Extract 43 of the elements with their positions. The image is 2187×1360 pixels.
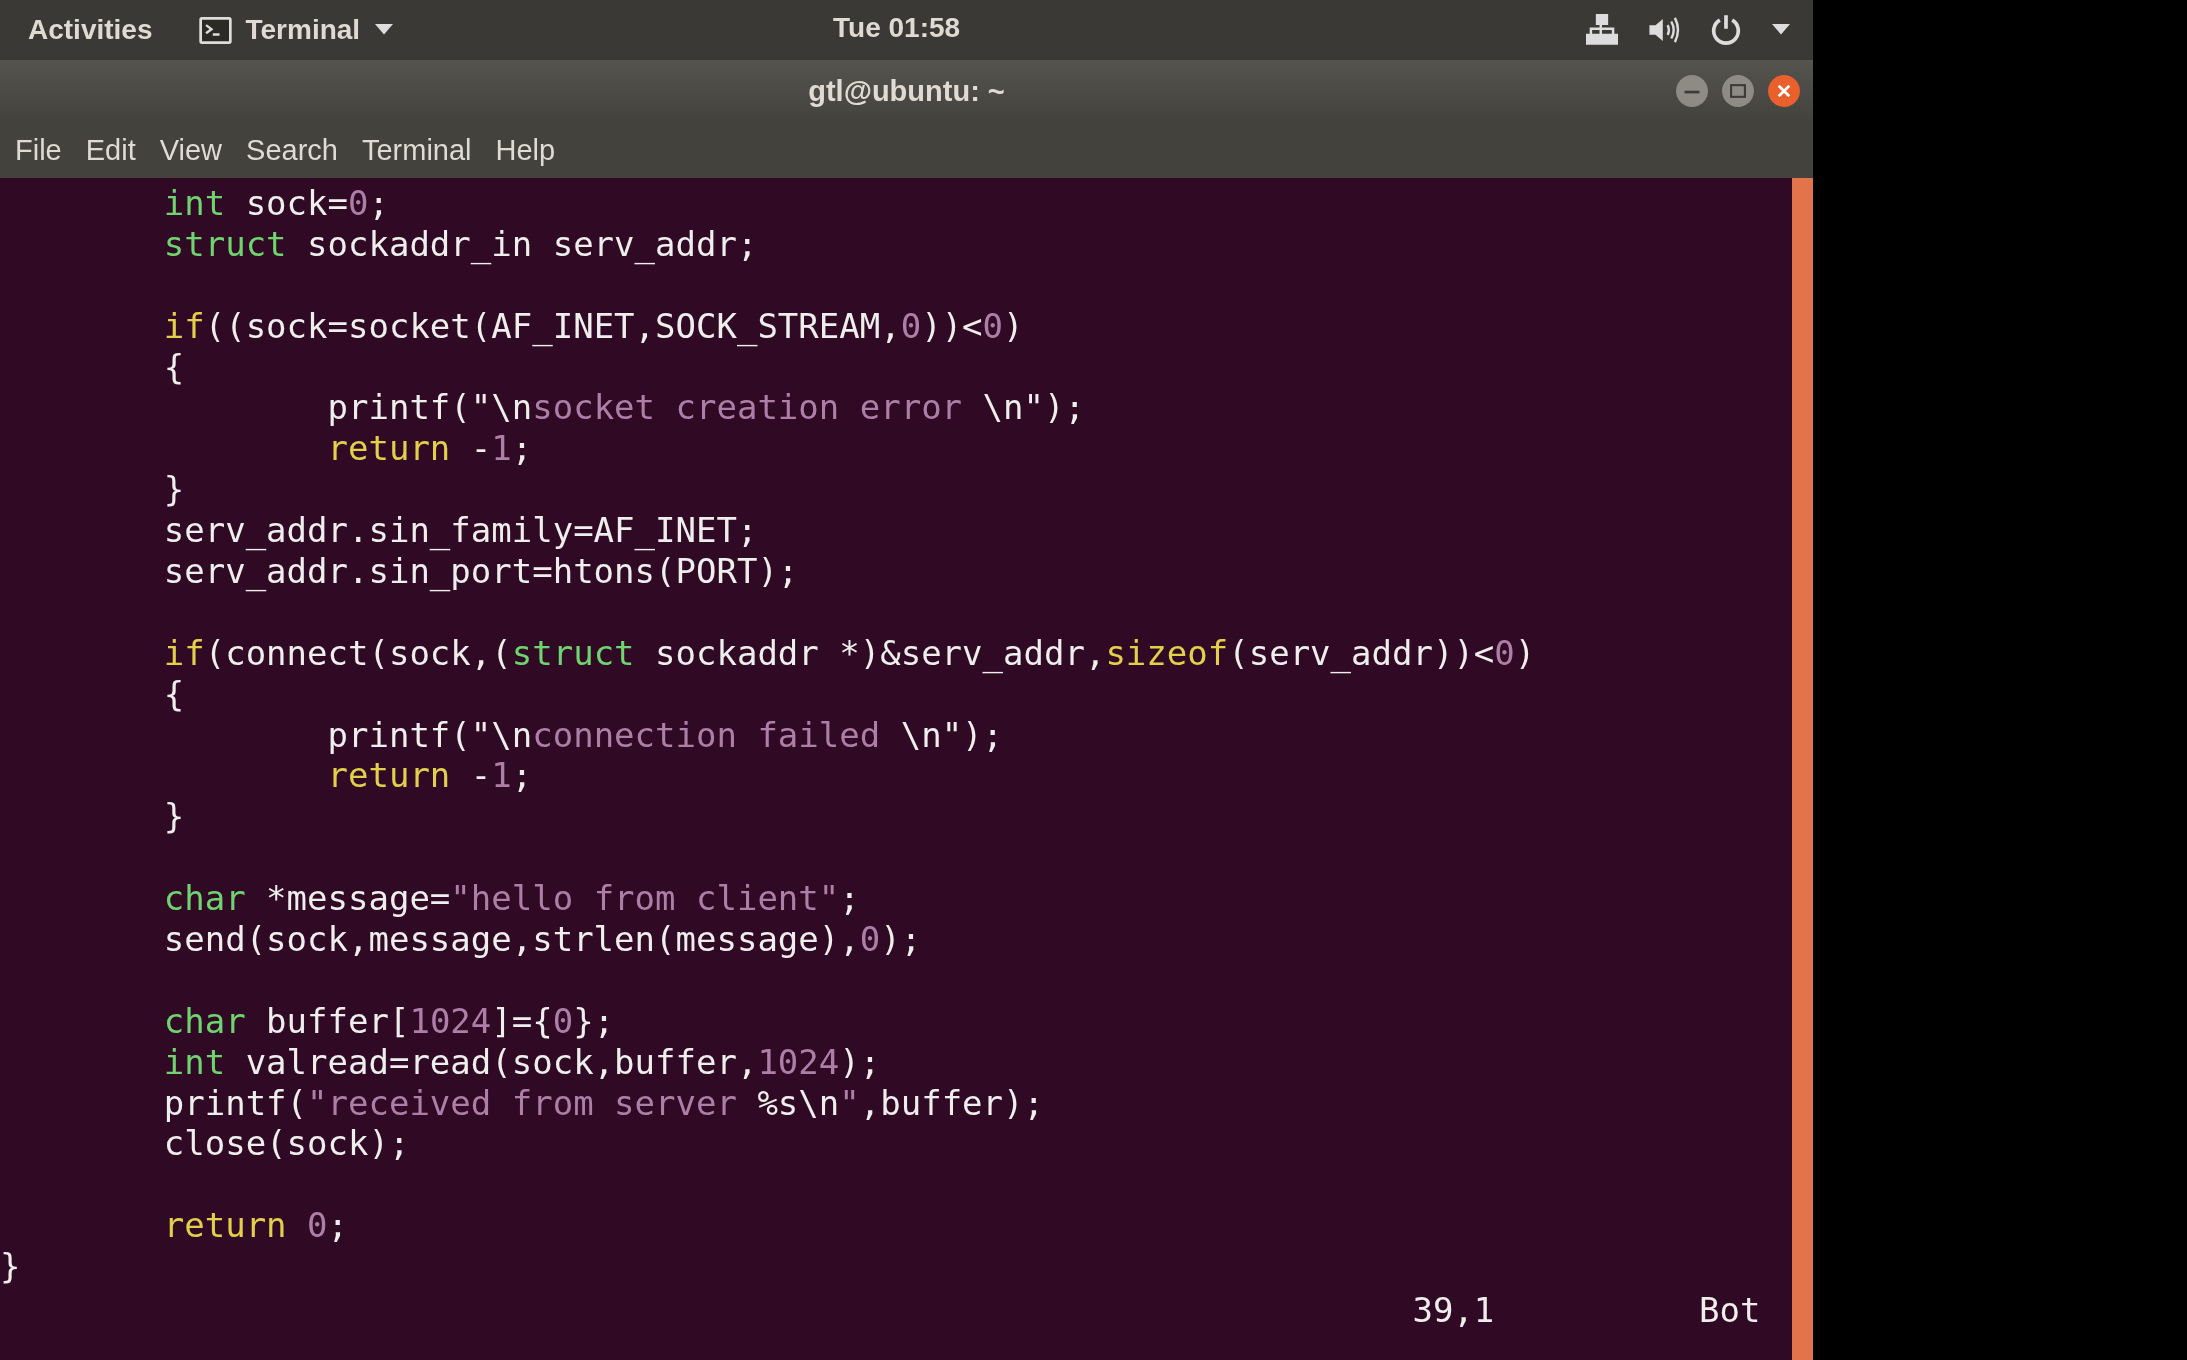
scrollbar[interactable]	[1792, 178, 1813, 1360]
scroll-position: Bot	[1699, 1290, 1761, 1331]
menu-item[interactable]: View	[147, 134, 235, 167]
minimize-button[interactable]	[1675, 74, 1709, 108]
code-line: }	[0, 1246, 22, 1288]
code-line: char buffer[1024]={0};	[162, 1000, 616, 1042]
cursor-position: 39,1	[1412, 1290, 1495, 1331]
code-line: printf("\nsocket creation error \n");	[326, 387, 1086, 429]
code-line: printf("\nconnection failed \n");	[326, 714, 1005, 756]
power-icon[interactable]	[1709, 14, 1743, 46]
code-line: send(sock,message,strlen(message),0);	[162, 919, 923, 960]
activities-button[interactable]: Activities	[28, 14, 153, 46]
caret-icon[interactable]	[1771, 24, 1791, 36]
code-line: serv_addr.sin_port=htons(PORT);	[162, 551, 800, 592]
menu-item[interactable]: Search	[234, 134, 350, 167]
code-line: printf("received from server %s\n",buffer);	[162, 1082, 1045, 1124]
code-line: char *message="hello from client";	[162, 878, 861, 920]
code-line: {	[162, 346, 186, 388]
window-title: gtl@ubuntu: ~	[808, 75, 1005, 108]
code-line: return 0;	[162, 1205, 349, 1247]
code-line: }	[162, 796, 186, 838]
clock[interactable]: Tue 01:58	[833, 12, 961, 44]
code-line: struct sockaddr_in serv_addr;	[162, 223, 759, 265]
code-line: return -1;	[326, 428, 534, 470]
code-line: serv_addr.sin_family=AF_INET;	[162, 510, 759, 551]
terminal-icon	[198, 16, 232, 44]
network-icon[interactable]	[1585, 14, 1619, 46]
code-line: return -1;	[326, 755, 534, 797]
close-button[interactable]	[1767, 74, 1801, 108]
code-line: }	[162, 469, 186, 511]
code-line: if((sock=socket(AF_INET,SOCK_STREAM,0))<0)	[162, 305, 1025, 347]
code-line: close(sock);	[162, 1123, 411, 1165]
maximize-button[interactable]	[1721, 74, 1755, 108]
code-line: {	[162, 673, 186, 715]
app-menu[interactable]: Terminal	[198, 14, 395, 46]
menu-item[interactable]: Help	[483, 134, 568, 167]
code-line: if(connect(sock,(struct sockaddr *)&serv_addr,sizeof(serv_addr))<0)	[162, 632, 1537, 674]
code-line: int sock=0;	[162, 183, 390, 224]
menu-item[interactable]: Edit	[73, 134, 148, 167]
caret-icon	[374, 24, 395, 36]
code-line: int valread=read(sock,buffer,1024);	[162, 1041, 882, 1083]
menu-item[interactable]: File	[3, 134, 74, 167]
menu-item[interactable]: Terminal	[349, 134, 484, 167]
